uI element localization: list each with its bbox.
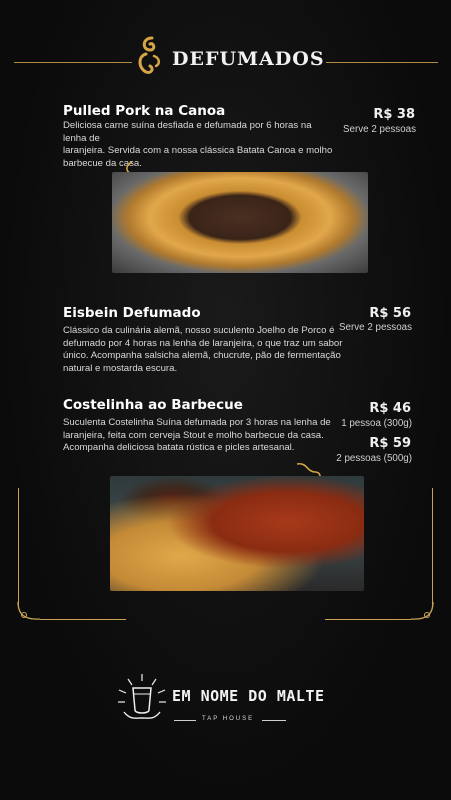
frame-right-line	[432, 488, 433, 606]
price-eisbein: R$ 56	[369, 306, 411, 321]
header-rule-left	[14, 62, 132, 63]
logo-subtitle: TAP HOUSE	[202, 716, 255, 722]
item-name-eisbein: Eisbein Defumado	[63, 305, 201, 321]
price-pulled-pork: R$ 38	[373, 107, 415, 122]
logo-name: EM NOME DO MALTE	[172, 687, 325, 705]
serve-pulled-pork: Serve 2 pessoas	[343, 124, 416, 135]
logo-sub-rule-left	[174, 720, 196, 721]
item-name-pulled-pork: Pulled Pork na Canoa	[63, 103, 226, 119]
corner-flourish-left-icon	[17, 601, 41, 620]
serve-costelinha-1: 1 pessoa (300g)	[341, 418, 412, 429]
gold-flourish-icon	[138, 36, 160, 74]
page-title: DEFUMADOS	[172, 48, 325, 70]
frame-bottom-left-line	[40, 619, 126, 620]
item-description-pulled-pork: Deliciosa carne suína desfiada e defumad…	[63, 120, 333, 169]
photo-pulled-pork	[112, 172, 368, 273]
serve-eisbein: Serve 2 pessoas	[339, 322, 412, 333]
beer-glass-sunburst-icon	[118, 674, 166, 719]
price-costelinha-1: R$ 46	[369, 401, 411, 416]
price-costelinha-2: R$ 59	[369, 436, 411, 451]
photo-costelinha	[110, 476, 364, 591]
frame-bottom-right-line	[325, 619, 411, 620]
item-name-costelinha: Costelinha ao Barbecue	[63, 397, 243, 413]
item-description-eisbein: Clássico da culinária alemã, nosso sucul…	[63, 325, 343, 374]
frame-left-line	[18, 488, 19, 606]
corner-flourish-right-icon	[410, 601, 434, 620]
header-rule-right	[326, 62, 438, 63]
item-description-costelinha: Suculenta Costelinha Suína defumada por …	[63, 417, 331, 454]
logo-sub-rule-right	[262, 720, 286, 721]
serve-costelinha-2: 2 pessoas (500g)	[336, 453, 412, 464]
